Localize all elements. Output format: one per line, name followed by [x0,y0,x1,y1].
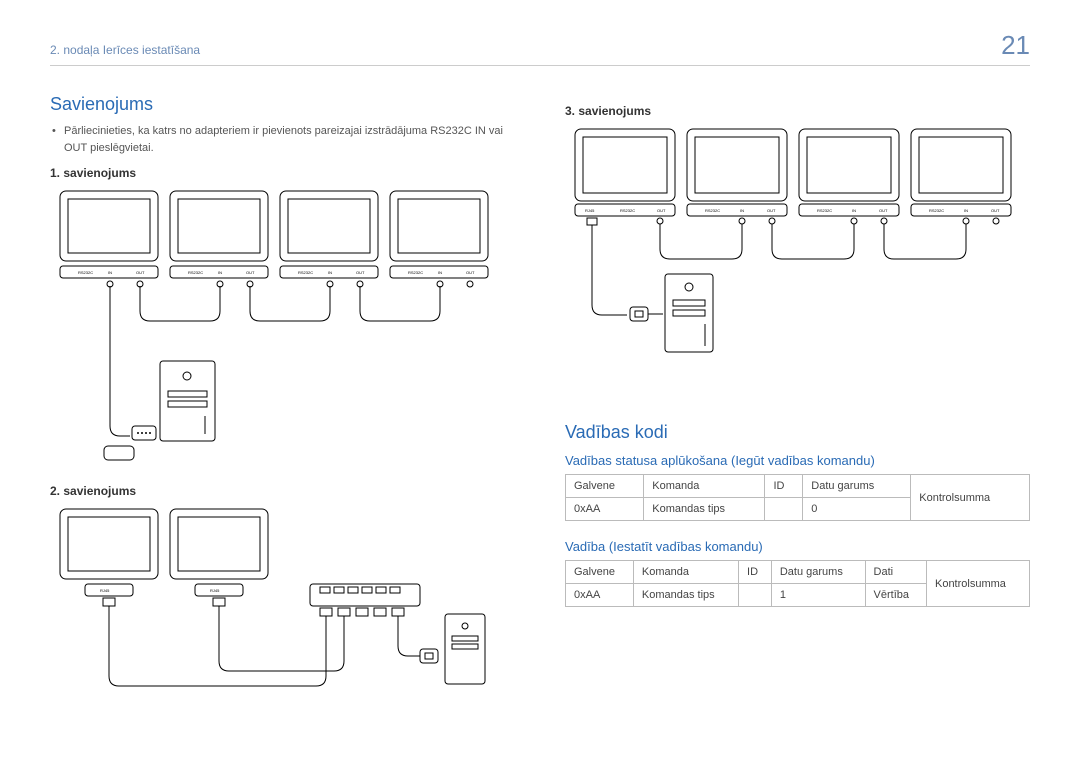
svg-text:RS232C: RS232C [408,270,423,275]
page-number: 21 [1001,30,1030,61]
svg-text:OUT: OUT [657,208,666,213]
cell-id-val [765,498,803,521]
chapter-label: 2. nodaļa Ierīces iestatīšana [50,43,200,57]
get-command-table: Galvene Komanda ID Datu garums Kontrolsu… [565,474,1030,521]
cell-data-val: Vērtība [865,584,926,607]
svg-text:OUT: OUT [466,270,475,275]
port-label-out: OUT [136,270,145,275]
cell-datalen: Datu garums [771,561,865,584]
connection-2-diagram: RJ45 RJ45 [50,504,515,724]
svg-text:RJ45: RJ45 [585,208,595,213]
port-label-rj45: RJ45 [100,588,110,593]
cell-command-val: Komandas tips [644,498,765,521]
left-column: Savienojums Pārliecinieties, ka katrs no… [50,94,515,742]
svg-text:IN: IN [964,208,968,213]
svg-text:RS232C: RS232C [298,270,313,275]
cell-command: Komanda [644,475,765,498]
svg-text:RS232C: RS232C [817,208,832,213]
cell-id-val [739,584,772,607]
svg-text:RS232C: RS232C [705,208,720,213]
connection-3-label: 3. savienojums [565,104,1030,118]
cell-datalen: Datu garums [803,475,911,498]
svg-text:RS232C: RS232C [188,270,203,275]
svg-text:RS232C: RS232C [620,208,635,213]
cell-datalen-val: 0 [803,498,911,521]
svg-text:IN: IN [852,208,856,213]
connection-1-diagram: RS232C IN OUT RS232C IN OUT RS [50,186,515,466]
control-codes-heading: Vadības kodi [565,422,1030,443]
cell-header-val: 0xAA [566,584,634,607]
svg-text:RS232C: RS232C [929,208,944,213]
cell-datalen-val: 1 [771,584,865,607]
table-row: Galvene Komanda ID Datu garums Kontrolsu… [566,475,1030,498]
svg-text:IN: IN [740,208,744,213]
table-row: Galvene Komanda ID Datu garums Dati Kont… [566,561,1030,584]
connection-2-label: 2. savienojums [50,484,515,498]
cell-header: Galvene [566,561,634,584]
connection-3-diagram: RJ45 RS232C OUT RS232C IN OUT RS232C IN OUT RS… [565,124,1030,404]
svg-text:OUT: OUT [246,270,255,275]
connection-1-label: 1. savienojums [50,166,515,180]
right-column: 3. savienojums RJ45 RS232C OUT RS232C IN OUT… [565,94,1030,742]
cell-command-val: Komandas tips [633,584,738,607]
svg-text:OUT: OUT [356,270,365,275]
cell-id: ID [765,475,803,498]
cell-checksum: Kontrolsumma [911,475,1030,521]
svg-text:OUT: OUT [991,208,1000,213]
svg-text:OUT: OUT [767,208,776,213]
cell-header: Galvene [566,475,644,498]
cell-data: Dati [865,561,926,584]
content-columns: Savienojums Pārliecinieties, ka katrs no… [50,94,1030,742]
svg-text:RJ45: RJ45 [210,588,220,593]
cell-id: ID [739,561,772,584]
page-header: 2. nodaļa Ierīces iestatīšana 21 [50,30,1030,66]
connection-heading: Savienojums [50,94,515,115]
svg-text:IN: IN [438,270,442,275]
cell-command: Komanda [633,561,738,584]
set-command-table: Galvene Komanda ID Datu garums Dati Kont… [565,560,1030,607]
set-command-heading: Vadība (Iestatīt vadības komandu) [565,539,1030,554]
cell-checksum: Kontrolsumma [926,561,1029,607]
cell-header-val: 0xAA [566,498,644,521]
connection-note: Pārliecinieties, ka katrs no adapteriem … [50,123,515,156]
port-label-in: IN [108,270,112,275]
get-command-heading: Vadības statusa aplūkošana (Iegūt vadība… [565,453,1030,468]
port-label-rs232c: RS232C [78,270,93,275]
svg-text:OUT: OUT [879,208,888,213]
svg-text:IN: IN [218,270,222,275]
svg-text:IN: IN [328,270,332,275]
